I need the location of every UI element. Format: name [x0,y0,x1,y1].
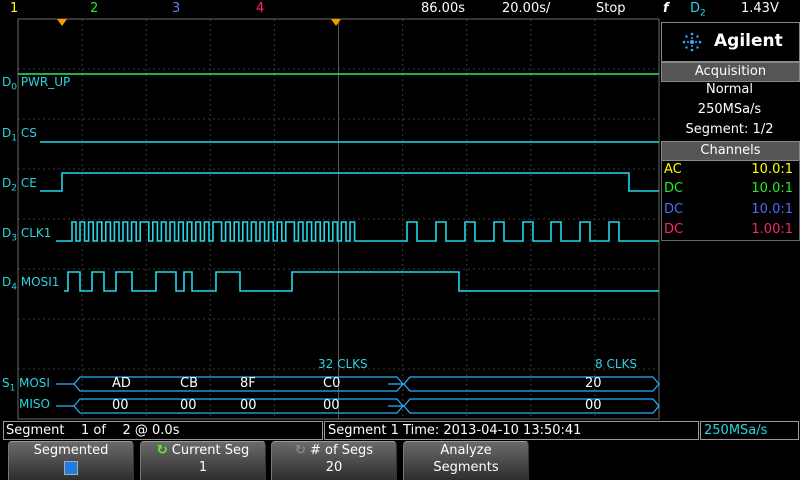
top-status-bar: 1 2 3 4 86.00s 20.00s/ Stop f D2 1.43V [0,0,800,19]
segmented-label: Segmented [33,443,109,458]
analyze-segments-softkey[interactable]: Analyze Segments [403,441,529,480]
acquisition-rate: 250MSa/s [697,102,762,117]
mosi-byte: AD [112,376,131,391]
clk-count-note: 32 CLKS [318,357,368,371]
serial-bus-label[interactable]: S1 [2,376,15,393]
channel-2-indicator[interactable]: 2 [90,0,98,18]
mosi-byte: CB [180,376,198,391]
miso-label: MISO [19,397,50,411]
d0-label[interactable]: D0 PWR_UP [2,75,70,92]
rotate-knob-icon: ↻ [156,443,168,458]
mosi-byte: 8F [240,376,256,391]
d4-label[interactable]: D4 MOSI1 [2,275,59,292]
rotate-knob-icon: ↻ [294,443,306,458]
channel-1-indicator[interactable]: 1 [10,0,18,18]
num-segs-value: 20 [325,460,343,475]
analyze-label-line1: Analyze [440,443,492,458]
acquisition-mode: Normal [705,82,754,97]
segment-time: Segment 1 Time: 2013-04-10 13:50:41 [324,421,699,440]
d3-label[interactable]: D3 CLK1 [2,226,51,243]
bus-segment [403,376,660,392]
delay-marker[interactable] [331,19,341,26]
trigger-source[interactable]: D2 [690,0,706,23]
num-segs-softkey[interactable]: ↻ # of Segs 20 [271,441,397,480]
channel-4-indicator[interactable]: 4 [256,0,264,18]
trigger-level[interactable]: 1.43V [741,0,779,18]
miso-byte: 00 [323,398,340,413]
mosi-byte: C0 [323,376,341,391]
agilent-spark-icon [682,32,702,52]
trigger-position-marker[interactable] [57,19,67,26]
channels-box [661,160,800,241]
bus-line [56,383,404,407]
num-segs-label: # of Segs [310,443,373,458]
sample-rate-status: 250MSa/s [700,421,799,440]
d2-trace [40,172,659,192]
analyze-label-line2: Segments [433,460,499,475]
trigger-edge-icon: f [663,1,669,16]
segmented-softkey[interactable]: Segmented [8,441,134,480]
clk-count-note: 8 CLKS [595,357,637,371]
miso-byte: 00 [585,398,602,413]
d4-trace [64,271,659,292]
current-seg-softkey[interactable]: ↻ Current Seg 1 [140,441,266,480]
d2-label[interactable]: D2 CE [2,176,37,193]
mosi-byte: 20 [585,376,602,391]
acquisition-segment: Segment: 1/2 [685,122,774,137]
brand-logo: Agilent [661,22,800,62]
segment-status: Segment 1 of 2 @ 0.0s [3,421,323,440]
bus-segment [403,398,660,414]
run-state: Stop [596,1,626,16]
miso-byte: 00 [180,398,197,413]
timebase[interactable]: 20.00s/ [502,0,550,18]
brand-name: Agilent [714,31,783,51]
channels-title[interactable]: Channels [661,141,800,161]
acquisition-title[interactable]: Acquisition [661,62,800,82]
miso-byte: 00 [240,398,257,413]
current-seg-value: 1 [198,460,208,475]
miso-byte: 00 [112,398,129,413]
horizontal-delay[interactable]: 86.00s [421,0,465,18]
channel-3-indicator[interactable]: 3 [172,0,180,18]
mosi-label: MOSI [19,376,50,390]
d1-label[interactable]: D1 CS [2,126,37,143]
segmented-checkbox[interactable] [64,461,78,475]
current-seg-label: Current Seg [171,443,250,458]
